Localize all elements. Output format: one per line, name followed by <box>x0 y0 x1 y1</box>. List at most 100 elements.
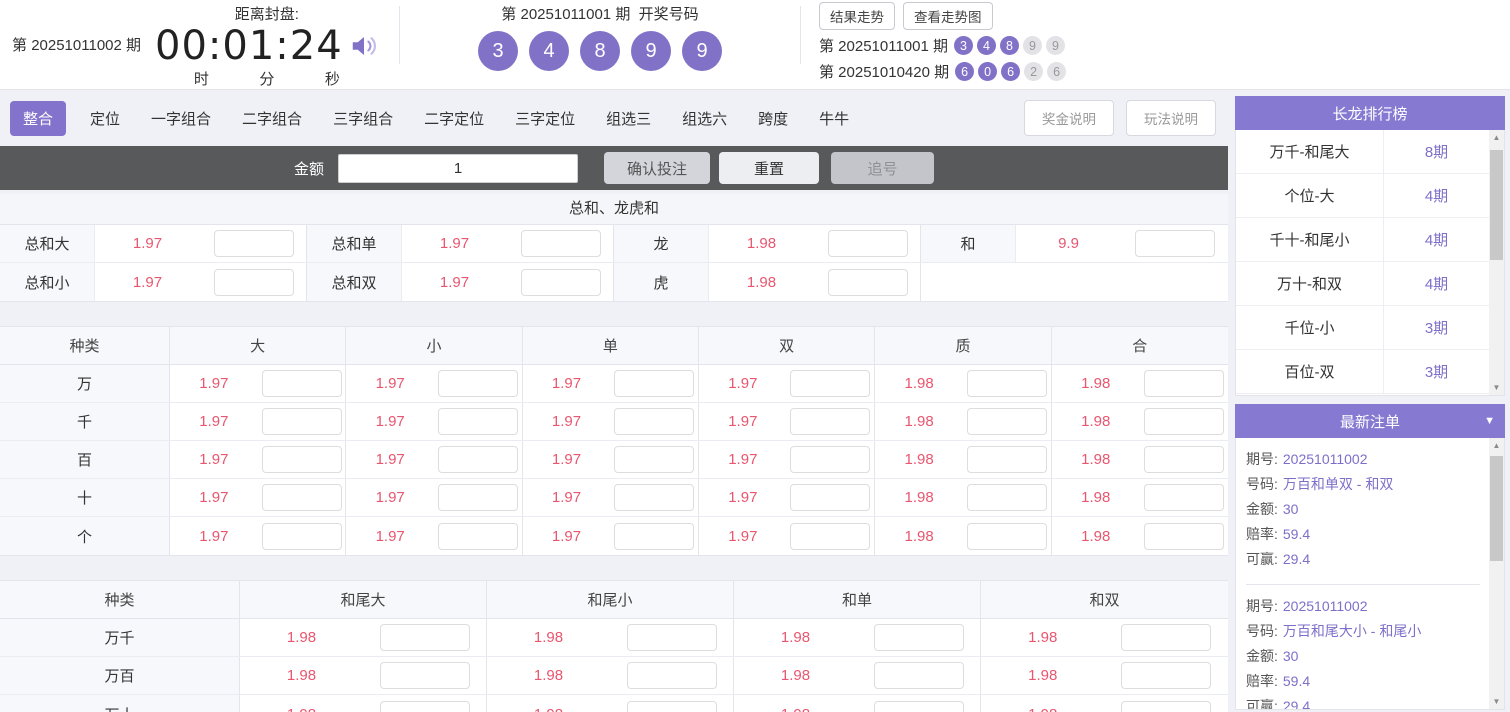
view-trend-chart-button[interactable]: 查看走势图 <box>903 2 993 30</box>
bet-amount-input[interactable] <box>614 408 694 435</box>
bet-amount-input[interactable] <box>262 484 342 511</box>
row-label: 千 <box>0 403 170 440</box>
bet-amount-input[interactable] <box>438 408 518 435</box>
scrollbar[interactable]: ▲▼ <box>1489 438 1504 709</box>
sum-group <box>921 263 1228 301</box>
tab-定位[interactable]: 定位 <box>90 101 120 136</box>
tab-一字组合[interactable]: 一字组合 <box>151 101 211 136</box>
table-row: 个1.971.971.971.971.981.98 <box>0 517 1228 555</box>
tab-牛牛[interactable]: 牛牛 <box>819 101 849 136</box>
reset-button[interactable]: 重置 <box>719 152 819 184</box>
scroll-down-icon[interactable]: ▼ <box>1489 694 1504 709</box>
bet-amount-input[interactable] <box>1144 370 1224 397</box>
bet-amount-input[interactable] <box>790 370 870 397</box>
chevron-down-icon[interactable]: ▼ <box>1484 415 1495 427</box>
bet-amount-input[interactable] <box>380 624 470 651</box>
tab-整合[interactable]: 整合 <box>10 101 66 136</box>
bet-type-label: 和 <box>921 225 1016 262</box>
bet-amount-input[interactable] <box>1144 446 1224 473</box>
bet-amount-input[interactable] <box>614 446 694 473</box>
tail-table: 种类和尾大和尾小和单和双万千1.981.981.981.98万百1.981.98… <box>0 580 1228 712</box>
bet-amount-input[interactable] <box>438 446 518 473</box>
bet-amount-input[interactable] <box>438 370 518 397</box>
bet-amount-input[interactable] <box>262 523 342 550</box>
bet-amount-input[interactable] <box>627 662 717 689</box>
bet-amount-input[interactable] <box>967 484 1047 511</box>
tab-组选三[interactable]: 组选三 <box>606 101 651 136</box>
odds-value: 1.97 <box>95 263 200 301</box>
bet-amount-input[interactable] <box>614 523 694 550</box>
bet-amount-input[interactable] <box>214 230 294 257</box>
bet-amount-input[interactable] <box>967 523 1047 550</box>
tab-组选六[interactable]: 组选六 <box>682 101 727 136</box>
odds-value: 1.97 <box>346 479 434 516</box>
bet-amount-input[interactable] <box>967 446 1047 473</box>
bet-amount-input[interactable] <box>874 701 964 712</box>
bet-amount-input[interactable] <box>1135 230 1215 257</box>
scroll-down-icon[interactable]: ▼ <box>1489 380 1504 395</box>
result-trend-button[interactable]: 结果走势 <box>819 2 895 30</box>
bet-field: 期号:20251011002 <box>1246 447 1480 472</box>
bet-amount-input[interactable] <box>1121 624 1211 651</box>
bet-cell: 1.98 <box>1052 403 1228 440</box>
tab-三字组合[interactable]: 三字组合 <box>333 101 393 136</box>
bet-amount-input[interactable] <box>521 230 601 257</box>
speaker-icon[interactable] <box>349 31 379 61</box>
bet-amount-input[interactable] <box>790 408 870 435</box>
bet-amount-input[interactable] <box>262 370 342 397</box>
confirm-bet-button[interactable]: 确认投注 <box>604 152 710 184</box>
bet-amount-input[interactable] <box>790 484 870 511</box>
scrollbar-thumb[interactable] <box>1490 456 1503 561</box>
bet-amount-input[interactable] <box>828 230 908 257</box>
tab-二字定位[interactable]: 二字定位 <box>424 101 484 136</box>
amount-input[interactable] <box>338 154 578 183</box>
bet-amount-input[interactable] <box>627 624 717 651</box>
bet-amount-input[interactable] <box>614 370 694 397</box>
chase-number-button[interactable]: 追号 <box>831 152 934 184</box>
bet-amount-input[interactable] <box>262 446 342 473</box>
odds-value: 1.97 <box>170 441 258 478</box>
scroll-up-icon[interactable]: ▲ <box>1489 438 1504 453</box>
odds-value: 1.98 <box>487 695 610 712</box>
bet-amount-input[interactable] <box>262 408 342 435</box>
rules-info-button[interactable]: 玩法说明 <box>1126 100 1216 136</box>
bet-amount-input[interactable] <box>380 662 470 689</box>
bet-amount-input[interactable] <box>438 523 518 550</box>
column-header: 和双 <box>981 581 1228 618</box>
bet-amount-input[interactable] <box>828 269 908 296</box>
bet-amount-input[interactable] <box>967 408 1047 435</box>
bet-amount-input[interactable] <box>627 701 717 712</box>
odds-value: 1.98 <box>981 619 1105 656</box>
bet-amount-input[interactable] <box>614 484 694 511</box>
prize-info-button[interactable]: 奖金说明 <box>1024 100 1114 136</box>
bet-amount-input[interactable] <box>438 484 518 511</box>
scroll-up-icon[interactable]: ▲ <box>1489 130 1504 145</box>
bet-amount-input[interactable] <box>1144 523 1224 550</box>
bet-amount-input[interactable] <box>1144 408 1224 435</box>
play-tab-bar: 整合定位一字组合二字组合三字组合二字定位三字定位组选三组选六跨度牛牛 奖金说明玩法… <box>0 96 1228 140</box>
tab-二字组合[interactable]: 二字组合 <box>242 101 302 136</box>
bet-amount-input[interactable] <box>1121 701 1211 712</box>
tab-三字定位[interactable]: 三字定位 <box>515 101 575 136</box>
bet-cell: 1.97 <box>170 365 346 402</box>
scrollbar-thumb[interactable] <box>1490 150 1503 260</box>
draw-section: 第 20251011001 期 开奖号码 34899 <box>400 0 800 89</box>
bet-amount-input[interactable] <box>521 269 601 296</box>
rank-count: 3期 <box>1384 350 1489 393</box>
bet-cell: 1.98 <box>875 479 1051 516</box>
bet-amount-input[interactable] <box>214 269 294 296</box>
history-ball: 6 <box>1047 62 1066 81</box>
bet-amount-input[interactable] <box>790 523 870 550</box>
bet-amount-input[interactable] <box>380 701 470 712</box>
bet-amount-input[interactable] <box>874 662 964 689</box>
bet-amount-input[interactable] <box>967 370 1047 397</box>
sum-group: 龙1.98 <box>614 225 921 262</box>
bet-cell: 1.97 <box>699 365 875 402</box>
bet-amount-input[interactable] <box>1121 662 1211 689</box>
scrollbar[interactable]: ▲▼ <box>1489 130 1504 395</box>
bet-amount-input[interactable] <box>874 624 964 651</box>
bet-amount-input[interactable] <box>790 446 870 473</box>
tab-跨度[interactable]: 跨度 <box>758 101 788 136</box>
bet-amount-input[interactable] <box>1144 484 1224 511</box>
rank-count: 3期 <box>1384 306 1489 349</box>
